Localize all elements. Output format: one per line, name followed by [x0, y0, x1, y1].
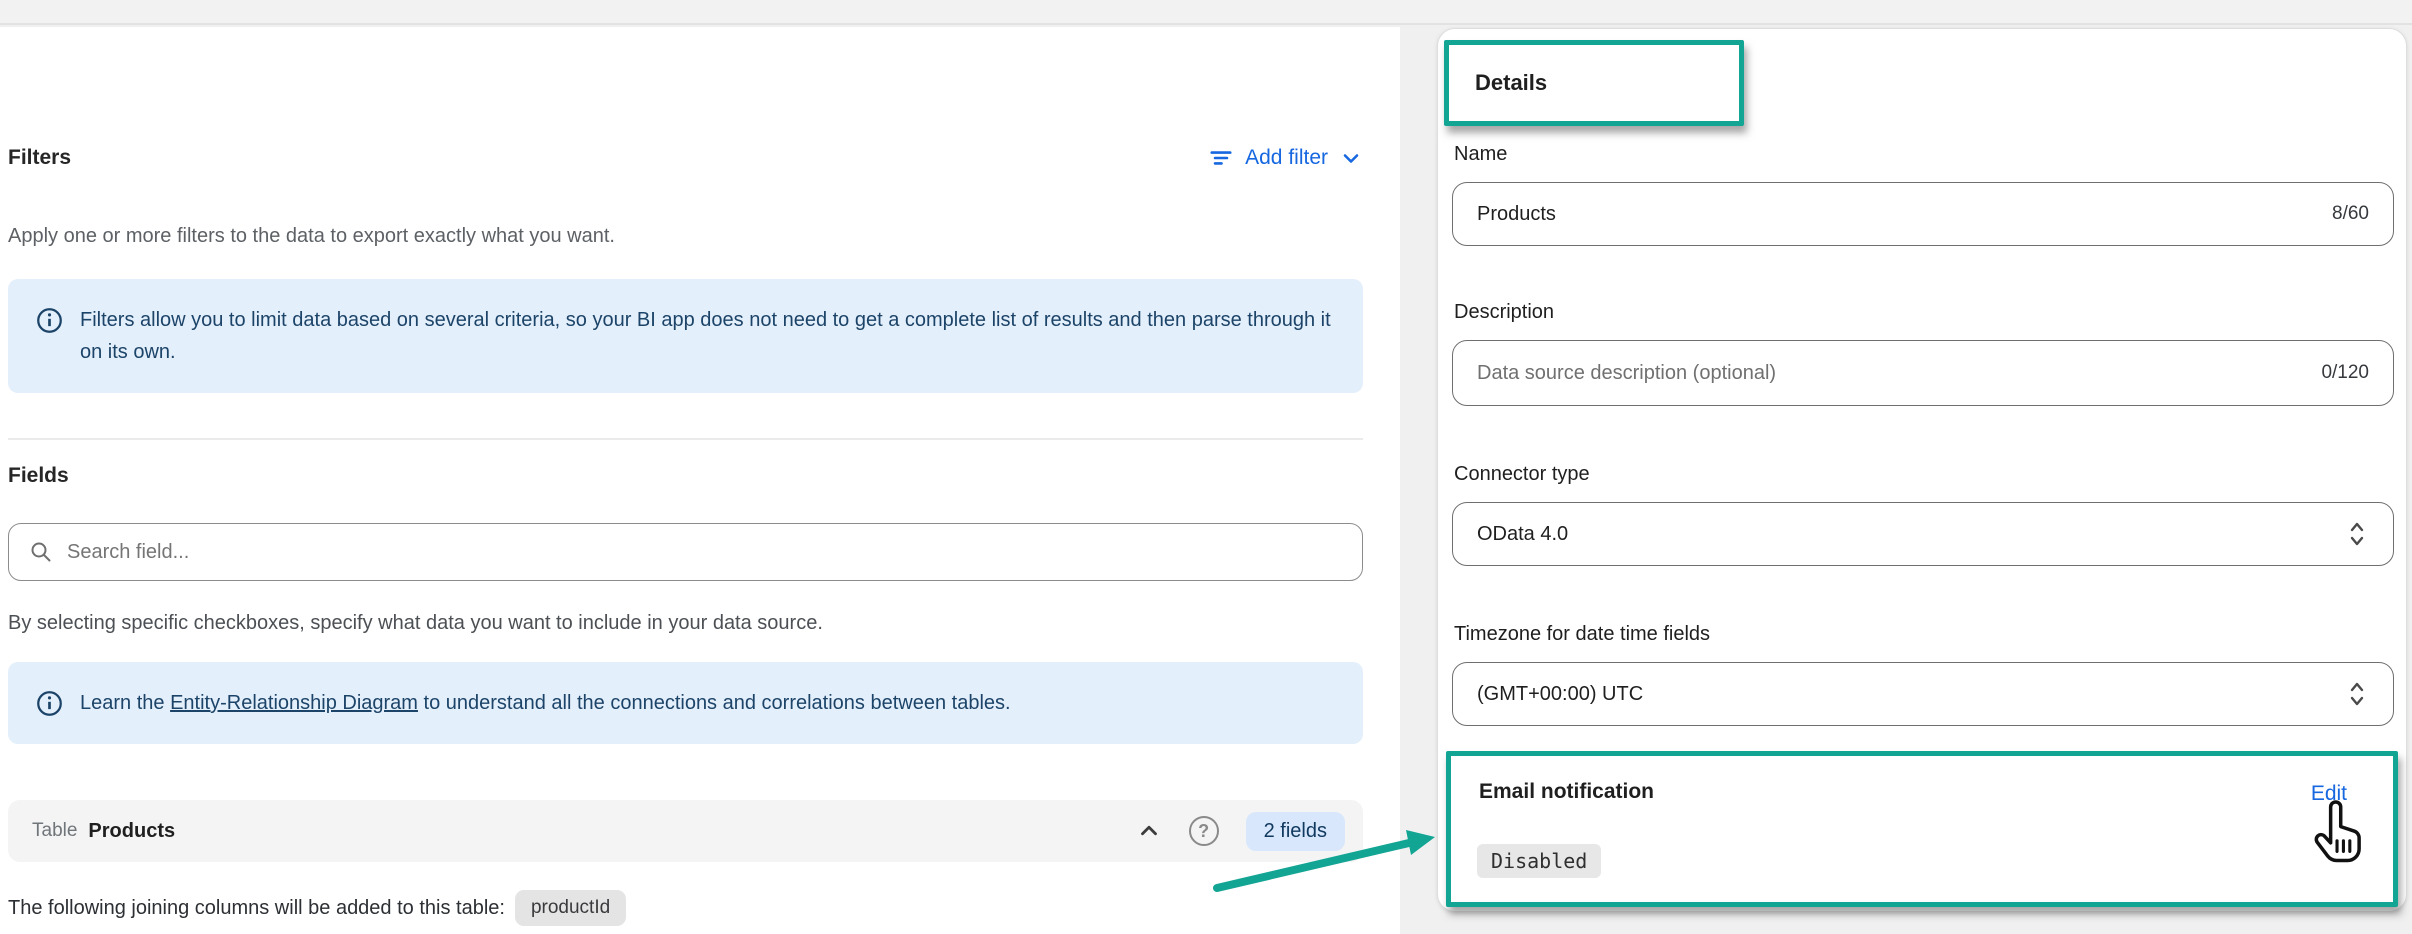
timezone-label: Timezone for date time fields	[1454, 623, 1710, 646]
name-field[interactable]: 8/60	[1452, 182, 2394, 246]
filters-header: Filters Add filter	[8, 145, 1363, 171]
description-field[interactable]: 0/120	[1452, 340, 2394, 406]
filters-subtitle: Apply one or more filters to the data to…	[8, 225, 1363, 248]
connector-type-label: Connector type	[1454, 463, 1590, 486]
erd-info-prefix: Learn the	[80, 692, 170, 714]
connector-type-select[interactable]: OData 4.0	[1452, 502, 2394, 566]
search-icon	[29, 540, 53, 564]
select-spinner-icon	[2345, 519, 2369, 549]
field-search-input[interactable]	[67, 541, 1342, 564]
export-config-panel: Filters Add filter Apply one or more fil…	[0, 27, 1400, 934]
table-row-products[interactable]: Table Products ? 2 fields	[8, 800, 1363, 862]
info-icon	[36, 307, 63, 334]
filters-info-box: Filters allow you to limit data based on…	[8, 279, 1363, 393]
status-badge: Disabled	[1477, 844, 1601, 878]
erd-link[interactable]: Entity-Relationship Diagram	[170, 692, 418, 714]
chevron-down-icon	[1339, 146, 1363, 170]
name-counter: 8/60	[2316, 203, 2369, 225]
annotation-arrow	[1195, 815, 1445, 934]
top-strip	[0, 0, 2412, 25]
name-label: Name	[1454, 143, 1507, 166]
email-notification-label: Email notification	[1479, 780, 1654, 804]
add-filter-label: Add filter	[1245, 146, 1328, 170]
filters-info-text: Filters allow you to limit data based on…	[80, 304, 1335, 368]
hand-cursor-icon	[2307, 800, 2369, 866]
fields-subtitle: By selecting specific checkboxes, specif…	[8, 612, 1363, 635]
filters-title: Filters	[8, 146, 71, 170]
field-search-box[interactable]	[8, 523, 1363, 581]
info-icon	[36, 690, 63, 717]
details-highlight-box: Details	[1444, 40, 1744, 126]
section-divider	[8, 438, 1363, 440]
description-label: Description	[1454, 301, 1554, 324]
description-counter: 0/120	[2305, 362, 2369, 384]
erd-info-box: Learn the Entity-Relationship Diagram to…	[8, 662, 1363, 744]
joining-note-text: The following joining columns will be ad…	[8, 897, 505, 920]
description-input[interactable]	[1477, 362, 2305, 385]
chevron-up-icon[interactable]	[1136, 818, 1162, 844]
joining-column-chip: productId	[515, 890, 626, 926]
details-title: Details	[1475, 70, 1547, 96]
name-input[interactable]	[1477, 203, 2316, 226]
fields-title: Fields	[8, 464, 1363, 488]
add-filter-button[interactable]: Add filter	[1208, 145, 1363, 171]
timezone-value: (GMT+00:00) UTC	[1477, 683, 1643, 706]
select-spinner-icon	[2345, 679, 2369, 709]
timezone-select[interactable]: (GMT+00:00) UTC	[1452, 662, 2394, 726]
filter-icon	[1208, 145, 1234, 171]
erd-info-suffix: to understand all the connections and co…	[418, 692, 1011, 714]
joining-note: The following joining columns will be ad…	[8, 890, 1363, 926]
erd-info-text: Learn the Entity-Relationship Diagram to…	[80, 687, 1011, 719]
connector-type-value: OData 4.0	[1477, 523, 1568, 546]
table-name: Products	[88, 820, 175, 843]
email-notification-highlight-box: Email notification Edit Disabled	[1446, 751, 2398, 907]
details-card: Details Name 8/60 Description 0/120 Conn…	[1437, 28, 2407, 912]
table-prefix-label: Table	[32, 820, 77, 842]
